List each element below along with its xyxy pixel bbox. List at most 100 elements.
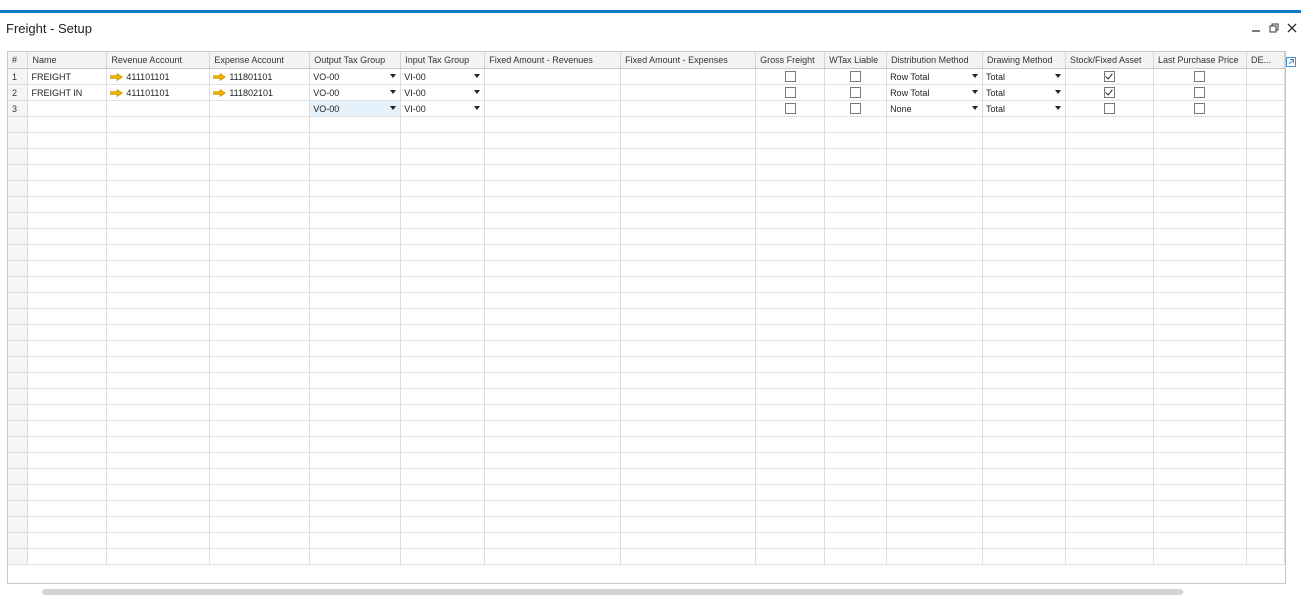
fixed-amount-expenses-cell[interactable]: [620, 68, 757, 85]
empty-cell[interactable]: [1153, 324, 1247, 341]
empty-cell[interactable]: [209, 436, 311, 453]
empty-cell[interactable]: [27, 388, 108, 405]
distribution-method-cell[interactable]: Row Total: [886, 68, 984, 85]
empty-cell[interactable]: [755, 436, 826, 453]
empty-cell[interactable]: [106, 260, 211, 277]
column-header[interactable]: Stock/Fixed Asset: [1065, 52, 1154, 69]
empty-cell[interactable]: [755, 260, 826, 277]
empty-cell[interactable]: [1246, 356, 1285, 373]
empty-cell[interactable]: [27, 532, 108, 549]
input-tax-group-cell[interactable]: VI-00: [400, 68, 486, 85]
last-purchase-price-checkbox[interactable]: [1194, 71, 1206, 83]
link-arrow-icon[interactable]: [213, 89, 227, 98]
empty-cell[interactable]: [1246, 324, 1285, 341]
empty-cell[interactable]: [1065, 260, 1154, 277]
empty-cell[interactable]: [309, 212, 402, 229]
empty-cell[interactable]: [27, 548, 108, 565]
chevron-down-icon[interactable]: [972, 90, 979, 94]
empty-cell[interactable]: [1246, 548, 1285, 565]
empty-cell[interactable]: [886, 388, 984, 405]
empty-cell[interactable]: [106, 468, 211, 485]
empty-cell[interactable]: [209, 244, 311, 261]
empty-cell[interactable]: [309, 308, 402, 325]
empty-cell[interactable]: [1065, 244, 1154, 261]
empty-cell[interactable]: [484, 404, 622, 421]
empty-cell[interactable]: [824, 180, 888, 197]
wtax-liable-checkbox[interactable]: [850, 71, 862, 83]
gross-freight-checkbox[interactable]: [784, 103, 796, 115]
stock-fixed-asset-checkbox[interactable]: [1103, 87, 1115, 99]
empty-cell[interactable]: [400, 340, 486, 357]
drawing-method-cell[interactable]: Total: [982, 68, 1066, 85]
empty-cell[interactable]: [886, 308, 984, 325]
empty-cell[interactable]: [886, 420, 984, 437]
empty-cell[interactable]: [1246, 180, 1285, 197]
empty-cell[interactable]: [309, 500, 402, 517]
empty-cell[interactable]: [400, 148, 486, 165]
empty-cell[interactable]: [484, 372, 622, 389]
empty-cell[interactable]: [209, 196, 311, 213]
empty-cell[interactable]: [620, 532, 757, 549]
empty-cell[interactable]: [620, 292, 757, 309]
empty-cell[interactable]: [106, 116, 211, 133]
column-header[interactable]: Input Tax Group: [400, 52, 486, 69]
empty-cell[interactable]: [755, 164, 826, 181]
empty-cell[interactable]: [1246, 372, 1285, 389]
empty-cell[interactable]: [106, 436, 211, 453]
empty-cell[interactable]: [982, 468, 1066, 485]
empty-cell[interactable]: [824, 452, 888, 469]
chevron-down-icon[interactable]: [1055, 106, 1061, 110]
empty-cell[interactable]: [106, 516, 211, 533]
empty-cell[interactable]: [1065, 388, 1154, 405]
empty-cell[interactable]: [209, 324, 311, 341]
empty-cell[interactable]: [824, 212, 888, 229]
empty-cell[interactable]: [1246, 404, 1285, 421]
link-arrow-icon[interactable]: [213, 73, 227, 82]
empty-cell[interactable]: [755, 388, 826, 405]
empty-cell[interactable]: [886, 148, 984, 165]
column-header[interactable]: Gross Freight: [755, 52, 826, 69]
empty-cell[interactable]: [27, 212, 108, 229]
empty-cell[interactable]: [400, 468, 486, 485]
chevron-down-icon[interactable]: [474, 90, 481, 94]
column-header[interactable]: Revenue Account: [106, 52, 211, 69]
empty-cell[interactable]: [982, 276, 1066, 293]
empty-cell[interactable]: [309, 548, 402, 565]
gross-freight-checkbox[interactable]: [784, 87, 796, 99]
empty-cell[interactable]: [400, 420, 486, 437]
close-icon[interactable]: [1283, 19, 1301, 37]
de-cell[interactable]: [1246, 84, 1285, 101]
empty-cell[interactable]: [484, 260, 622, 277]
empty-cell[interactable]: [309, 132, 402, 149]
de-cell[interactable]: [1246, 68, 1285, 85]
empty-cell[interactable]: [886, 276, 984, 293]
empty-cell[interactable]: [309, 196, 402, 213]
empty-cell[interactable]: [209, 548, 311, 565]
empty-cell[interactable]: [106, 180, 211, 197]
empty-cell[interactable]: [27, 468, 108, 485]
empty-cell[interactable]: [824, 260, 888, 277]
empty-cell[interactable]: [1153, 164, 1247, 181]
empty-cell[interactable]: [484, 180, 622, 197]
empty-cell[interactable]: [824, 340, 888, 357]
empty-cell[interactable]: [824, 484, 888, 501]
empty-cell[interactable]: [106, 532, 211, 549]
empty-cell[interactable]: [620, 180, 757, 197]
empty-cell[interactable]: [209, 452, 311, 469]
empty-cell[interactable]: [1065, 292, 1154, 309]
input-tax-group-cell[interactable]: VI-00: [400, 100, 486, 117]
empty-cell[interactable]: [27, 116, 108, 133]
empty-cell[interactable]: [1065, 148, 1154, 165]
empty-cell[interactable]: [27, 132, 108, 149]
empty-cell[interactable]: [886, 372, 984, 389]
empty-cell[interactable]: [400, 308, 486, 325]
empty-cell[interactable]: [755, 468, 826, 485]
empty-cell[interactable]: [1246, 484, 1285, 501]
chevron-down-icon[interactable]: [474, 106, 481, 110]
expense-account-cell[interactable]: 111802101: [209, 84, 311, 101]
name-cell[interactable]: FREIGHT IN: [27, 84, 108, 101]
empty-cell[interactable]: [620, 484, 757, 501]
empty-cell[interactable]: [400, 276, 486, 293]
empty-cell[interactable]: [620, 228, 757, 245]
empty-cell[interactable]: [400, 356, 486, 373]
